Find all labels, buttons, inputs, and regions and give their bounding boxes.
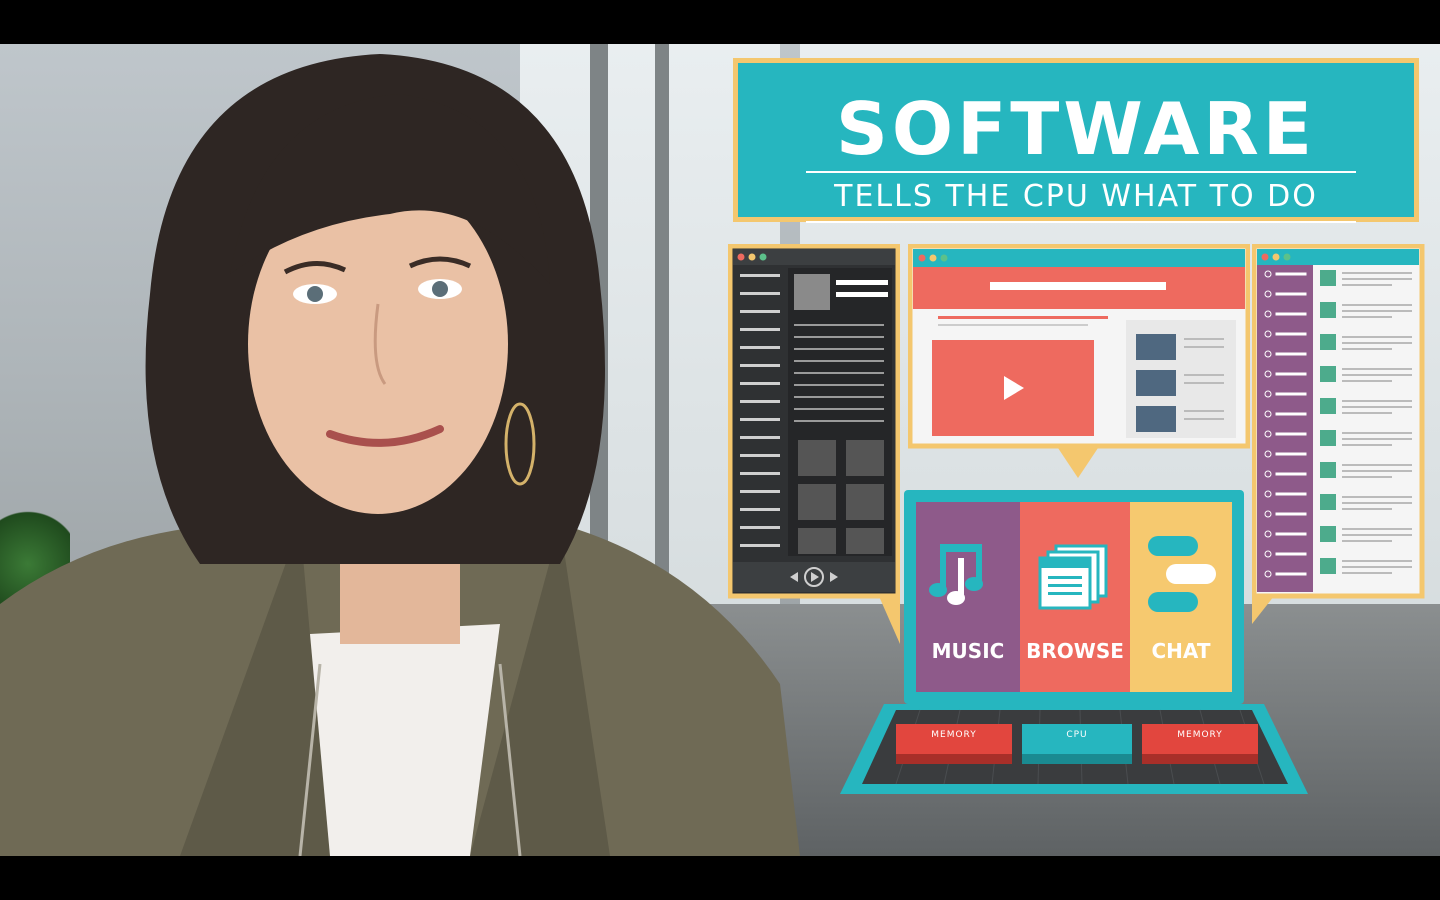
- chat-label: CHAT: [1151, 639, 1211, 663]
- letterbox-top: [0, 0, 1440, 44]
- browse-label: BROWSE: [1026, 639, 1124, 663]
- memory-key-label-left: MEMORY: [931, 730, 977, 740]
- music-app-tile: [916, 502, 1020, 692]
- cpu-key-label: CPU: [1066, 730, 1088, 740]
- presenter: [0, 54, 800, 856]
- subtitle-text: TELLS THE CPU WHAT TO DO: [834, 179, 1318, 214]
- music-label: MUSIC: [931, 639, 1005, 663]
- browser-windows-icon: [1038, 544, 1108, 610]
- title-text: SOFTWARE: [836, 87, 1316, 171]
- memory-key-label-right: MEMORY: [1177, 730, 1223, 740]
- letterbox-bottom: [0, 856, 1440, 900]
- title-banner: SOFTWARE TELLS THE CPU WHAT TO DO: [733, 58, 1419, 223]
- title-divider-top: [806, 171, 1356, 173]
- video-frame: SOFTWARE TELLS THE CPU WHAT TO DO MUSIC …: [0, 44, 1440, 856]
- browser-window: [908, 244, 1250, 478]
- title-divider-bottom: [806, 221, 1356, 223]
